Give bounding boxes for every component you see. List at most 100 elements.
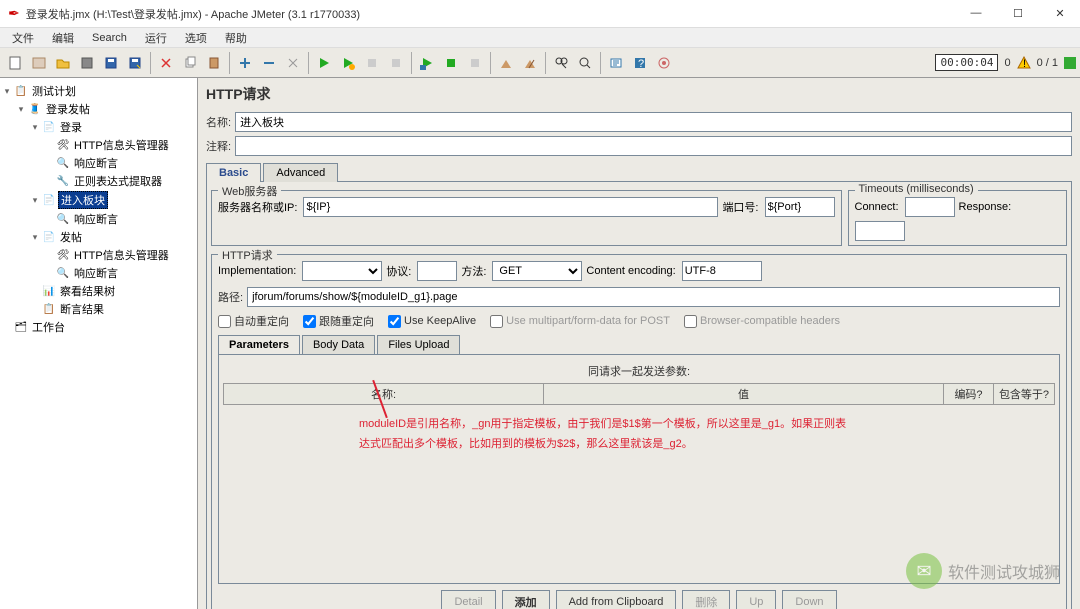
shutdown-icon[interactable] (385, 52, 407, 74)
tree-assert-result[interactable]: 📋断言结果 (2, 300, 195, 318)
collapse-icon[interactable] (258, 52, 280, 74)
status-area: 00:00:04 0 ! 0 / 1 (935, 54, 1076, 71)
col-encode[interactable]: 编码? (944, 384, 994, 404)
menu-help[interactable]: 帮助 (217, 28, 255, 48)
maximize-button[interactable]: ☐ (1006, 7, 1030, 20)
remote-start-icon[interactable] (416, 52, 438, 74)
save-icon[interactable] (100, 52, 122, 74)
cb-multipart[interactable]: Use multipart/form-data for POST (490, 315, 670, 328)
search-tool-icon[interactable] (550, 52, 572, 74)
annotation-text: moduleID是引用名称，_gn用于指定模板，由于我们是$1$第一个模板，所以… (359, 415, 959, 455)
cb-auto-redirect[interactable]: 自动重定向 (218, 313, 289, 329)
tree-login-assert[interactable]: 🔍响应断言 (2, 154, 195, 172)
impl-select[interactable] (302, 261, 382, 281)
new-icon[interactable] (4, 52, 26, 74)
clipboard-button[interactable]: Add from Clipboard (556, 590, 677, 609)
impl-label: Implementation: (218, 265, 296, 277)
cb-follow-redirect[interactable]: 跟随重定向 (303, 313, 374, 329)
content-pane: HTTP请求 名称: 注释: Basic Advanced Web服务器 服务器… (198, 78, 1080, 609)
menu-options[interactable]: 选项 (177, 28, 215, 48)
remote-shutdown-icon[interactable] (464, 52, 486, 74)
clear-icon[interactable] (495, 52, 517, 74)
col-include[interactable]: 包含等于? (994, 384, 1054, 404)
tab-advanced[interactable]: Advanced (263, 163, 338, 182)
tree-thread-group[interactable]: ▾🧵登录发帖 (2, 100, 195, 118)
tree-post-assert[interactable]: 🔍响应断言 (2, 264, 195, 282)
tree-post[interactable]: ▾📄发帖 (2, 228, 195, 246)
detail-button[interactable]: Detail (441, 590, 495, 609)
path-input[interactable] (247, 287, 1060, 307)
tree-enter-module[interactable]: ▾📄进入板块 (2, 190, 195, 210)
templates-icon[interactable] (28, 52, 50, 74)
cb-browser[interactable]: Browser-compatible headers (684, 315, 840, 328)
up-button[interactable]: Up (736, 590, 776, 609)
cut-icon[interactable] (155, 52, 177, 74)
open-icon[interactable] (52, 52, 74, 74)
app-icon: ✒ (8, 5, 20, 22)
tree-login-regex[interactable]: 🔧正则表达式提取器 (2, 172, 195, 190)
connect-label: Connect: (855, 201, 899, 213)
start-no-pause-icon[interactable] (337, 52, 359, 74)
copy-icon[interactable] (179, 52, 201, 74)
method-select[interactable]: GET (492, 261, 582, 281)
host-input[interactable] (303, 197, 718, 217)
close-icon[interactable] (76, 52, 98, 74)
comment-label: 注释: (206, 138, 231, 154)
down-button[interactable]: Down (782, 590, 836, 609)
tree-workbench[interactable]: 🗂工作台 (2, 318, 195, 336)
save-as-icon[interactable] (124, 52, 146, 74)
menu-edit[interactable]: 编辑 (44, 28, 82, 48)
remote-stop-icon[interactable] (440, 52, 462, 74)
stop-icon[interactable] (361, 52, 383, 74)
tree-result-tree[interactable]: 📊察看结果树 (2, 282, 195, 300)
menu-search[interactable]: Search (84, 30, 135, 46)
add-button[interactable]: 添加 (502, 590, 550, 609)
reset-search-icon[interactable] (574, 52, 596, 74)
svg-text:!: ! (1023, 58, 1026, 70)
col-name[interactable]: 名称: (224, 384, 544, 404)
delete-button[interactable]: 删除 (682, 590, 730, 609)
comment-input[interactable] (235, 136, 1072, 156)
menu-run[interactable]: 运行 (137, 28, 175, 48)
tree-login[interactable]: ▾📄登录 (2, 118, 195, 136)
minimize-button[interactable]: — (964, 7, 988, 20)
help-icon[interactable]: ? (629, 52, 651, 74)
config-tabs: Basic Advanced (206, 162, 1072, 182)
cb-keepalive[interactable]: Use KeepAlive (388, 315, 476, 328)
response-input[interactable] (855, 221, 905, 241)
response-label: Response: (959, 201, 1012, 213)
timeouts-legend: Timeouts (milliseconds) (855, 183, 978, 195)
host-label: 服务器名称或IP: (218, 199, 297, 215)
tab-body-data[interactable]: Body Data (302, 335, 375, 354)
start-icon[interactable] (313, 52, 335, 74)
function-helper-icon[interactable] (605, 52, 627, 74)
parameters-panel: 同请求一起发送参数: 名称: 值 编码? 包含等于? moduleID是引用名称… (218, 354, 1060, 584)
menubar: 文件 编辑 Search 运行 选项 帮助 (0, 28, 1080, 48)
name-input[interactable] (235, 112, 1072, 132)
tab-parameters[interactable]: Parameters (218, 335, 300, 354)
col-value[interactable]: 值 (544, 384, 944, 404)
clear-all-icon[interactable] (519, 52, 541, 74)
expand-icon[interactable] (234, 52, 256, 74)
path-label: 路径: (218, 289, 243, 305)
close-button[interactable]: ✕ (1048, 7, 1072, 20)
tree-root[interactable]: ▾📋测试计划 (2, 82, 195, 100)
test-plan-tree[interactable]: ▾📋测试计划 ▾🧵登录发帖 ▾📄登录 🛠HTTP信息头管理器 🔍响应断言 🔧正则… (0, 78, 198, 609)
port-label: 端口号: (722, 199, 758, 215)
tree-enter-assert[interactable]: 🔍响应断言 (2, 210, 195, 228)
warn-count: 0 (1004, 57, 1010, 69)
tree-login-header[interactable]: 🛠HTTP信息头管理器 (2, 136, 195, 154)
tab-basic[interactable]: Basic (206, 163, 261, 182)
port-input[interactable] (765, 197, 835, 217)
options-icon[interactable] (653, 52, 675, 74)
thread-ratio: 0 / 1 (1037, 57, 1058, 69)
tab-files-upload[interactable]: Files Upload (377, 335, 460, 354)
menu-file[interactable]: 文件 (4, 28, 42, 48)
encoding-input[interactable] (682, 261, 762, 281)
connect-input[interactable] (905, 197, 955, 217)
paste-icon[interactable] (203, 52, 225, 74)
watermark: ✉ 软件测试攻城狮 (906, 553, 1060, 589)
toggle-icon[interactable] (282, 52, 304, 74)
tree-post-header[interactable]: 🛠HTTP信息头管理器 (2, 246, 195, 264)
protocol-input[interactable] (417, 261, 457, 281)
